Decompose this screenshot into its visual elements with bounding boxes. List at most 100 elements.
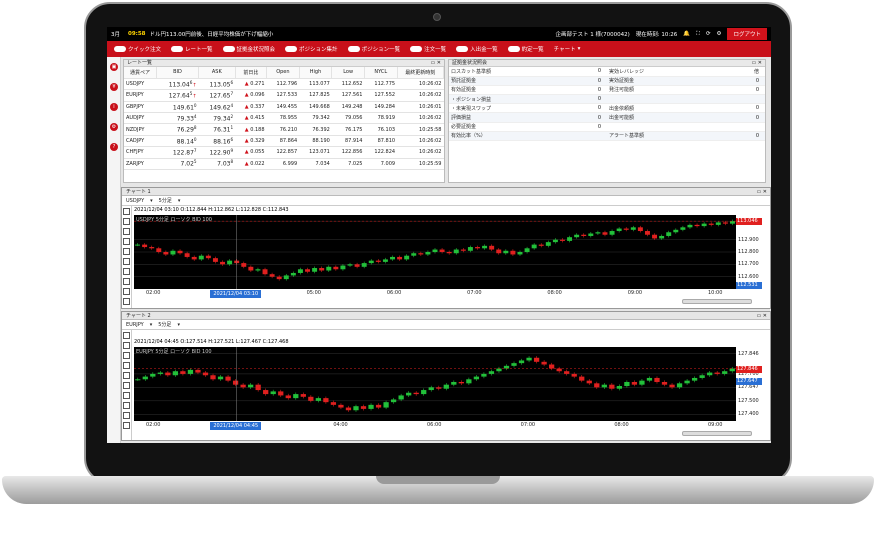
table-row[interactable]: ZARJPY 7.025 7.038 ▲ 0.022 6.999 7.034 7.025 7.… <box>124 158 444 171</box>
window-controls-icon[interactable]: ▭ ✕ <box>430 60 441 67</box>
menu-execution-list[interactable]: 約定一覧 <box>505 45 547 53</box>
trend-tool-icon[interactable] <box>123 362 130 369</box>
chevron-down-icon[interactable]: ▾ <box>177 322 180 328</box>
rate-header[interactable]: 最終更新時刻 <box>397 67 445 79</box>
bid-cell[interactable]: 76.298 <box>156 123 199 136</box>
toggle-icon[interactable] <box>114 46 126 52</box>
hline-tool-icon[interactable] <box>123 352 130 359</box>
window-controls-icon[interactable]: ▭ ✕ <box>756 312 767 320</box>
yen-icon[interactable]: ¥ <box>110 83 118 91</box>
chart-2-period-select[interactable]: 5分足 <box>158 321 171 328</box>
news-ticker[interactable]: ドル円113.00円前後、日経平均株価が下げ幅縮小 <box>150 30 274 38</box>
table-row[interactable]: USDJPY 113.046↑ 113.056 ▲ 0.271 112.796 113.0… <box>124 78 444 91</box>
info-icon[interactable]: i <box>110 103 118 111</box>
bid-cell[interactable]: 113.046↑ <box>156 78 199 91</box>
ask-cell[interactable]: 88.166 <box>198 135 236 148</box>
logout-button[interactable]: ログアウト <box>727 28 767 40</box>
save-icon[interactable]: ▣ <box>110 63 118 71</box>
rate-header[interactable]: BID <box>156 67 200 79</box>
text-tool-icon[interactable] <box>123 382 130 389</box>
erase-tool-icon[interactable] <box>123 268 130 275</box>
table-row[interactable]: EURJPY 127.645↑ 127.657 ▲ 0.096 127.533 127.8… <box>124 89 444 102</box>
toggle-icon[interactable] <box>171 46 184 52</box>
settings-tool-icon[interactable] <box>123 288 130 295</box>
hline-tool-icon[interactable] <box>123 228 130 235</box>
chevron-down-icon[interactable]: ▾ <box>178 198 181 204</box>
chevron-down-icon: ▾ <box>577 46 581 52</box>
chevron-down-icon[interactable]: ▾ <box>150 322 153 328</box>
ask-cell[interactable]: 76.311 <box>198 123 236 136</box>
save-tool-icon[interactable] <box>123 422 130 429</box>
ask-cell[interactable]: 149.624 <box>198 101 236 114</box>
indicator-tool-icon[interactable] <box>123 402 130 409</box>
bid-cell[interactable]: 79.334 <box>156 112 199 125</box>
chart-1-scrollbar[interactable] <box>682 299 752 304</box>
toggle-icon[interactable] <box>285 46 298 52</box>
bid-cell[interactable]: 7.025 <box>156 158 199 171</box>
rate-header[interactable]: Low <box>331 67 365 79</box>
menu-order-list[interactable]: 注文一覧 <box>407 45 449 53</box>
rate-header[interactable]: High <box>299 67 333 79</box>
chart-2-plot[interactable]: EURJPY 5分足 ローソク BID 100 <box>134 347 736 421</box>
line-tool-icon[interactable] <box>123 218 130 225</box>
help-icon[interactable]: ? <box>110 143 118 151</box>
ask-cell[interactable]: 113.056 <box>198 78 236 91</box>
toggle-icon[interactable] <box>507 46 520 52</box>
chart-2-pair-select[interactable]: EURJPY <box>126 322 144 328</box>
chart-1-plot[interactable]: USDJPY 5分足 ローソク BID 100 <box>134 215 736 289</box>
chart-1-period-select[interactable]: 5分足 <box>159 197 172 204</box>
window-controls-icon[interactable]: ▭ ✕ <box>756 188 767 196</box>
candle <box>549 364 555 369</box>
menu-chart[interactable]: チャート ▾ <box>551 45 584 53</box>
rate-header[interactable]: 通貨ペア <box>124 67 157 79</box>
table-row[interactable]: CHFJPY 122.877 122.909 ▲ 0.055 122.857 123.07… <box>124 146 444 159</box>
refresh-icon[interactable]: ⟳ <box>706 31 711 37</box>
rate-header[interactable]: Open <box>266 67 300 79</box>
window-controls-icon[interactable]: ▭ ✕ <box>751 60 762 67</box>
bell-icon[interactable]: 🔔 <box>683 31 690 37</box>
toggle-icon[interactable] <box>456 46 469 52</box>
toggle-icon[interactable] <box>410 46 423 52</box>
menu-quick-order[interactable]: クイック注文 <box>111 45 164 53</box>
bid-cell[interactable]: 127.645↑ <box>156 89 199 102</box>
bid-cell[interactable]: 149.610 <box>156 101 199 114</box>
chart-2-scrollbar[interactable] <box>682 431 752 436</box>
rate-header[interactable]: 前日比 <box>235 67 268 79</box>
cursor-tool-icon[interactable] <box>123 332 130 339</box>
fullscreen-icon[interactable]: ⛶ <box>696 31 700 38</box>
candle <box>458 381 464 384</box>
bid-cell[interactable]: 122.877 <box>156 146 199 159</box>
fib-tool-icon[interactable] <box>123 372 130 379</box>
cursor-tool-icon[interactable] <box>123 208 130 215</box>
ask-cell[interactable]: 79.342 <box>198 112 236 125</box>
menu-rate-list[interactable]: レート一覧 <box>168 45 216 53</box>
line-tool-icon[interactable] <box>123 342 130 349</box>
ask-cell[interactable]: 122.909 <box>198 146 236 159</box>
table-row[interactable]: NZDJPY 76.298 76.311 ▲ 0.188 76.210 76.392 76.… <box>124 123 444 136</box>
table-row[interactable]: AUDJPY 79.334 79.342 ▲ 0.415 78.955 79.342 79.… <box>124 112 444 125</box>
rate-header[interactable]: ASK <box>198 67 236 79</box>
menu-deposit-list[interactable]: 入出金一覧 <box>453 45 501 53</box>
ask-cell[interactable]: 127.657 <box>198 89 236 102</box>
chevron-down-icon[interactable]: ▾ <box>150 198 153 204</box>
bid-cell[interactable]: 88.140 <box>156 135 199 148</box>
menu-position-summary[interactable]: ポジション集計 <box>282 45 341 53</box>
chart-1-pair-select[interactable]: USDJPY <box>126 198 144 204</box>
indicator-tool-icon[interactable] <box>123 278 130 285</box>
settings-tool-icon[interactable] <box>123 412 130 419</box>
table-row[interactable]: GBPJPY 149.610 149.624 ▲ 0.337 149.455 149.66… <box>124 101 444 114</box>
gear-icon[interactable]: ⚙ <box>717 31 722 37</box>
fib-tool-icon[interactable] <box>123 248 130 255</box>
rate-header[interactable]: NYCL <box>364 67 398 79</box>
menu-margin-status[interactable]: 証拠金状況照会 <box>220 45 279 53</box>
erase-tool-icon[interactable] <box>123 392 130 399</box>
trend-tool-icon[interactable] <box>123 238 130 245</box>
toggle-icon[interactable] <box>347 46 360 52</box>
gear-icon[interactable]: ⚙ <box>110 123 118 131</box>
save-tool-icon[interactable] <box>123 298 130 305</box>
text-tool-icon[interactable] <box>123 258 130 265</box>
toggle-icon[interactable] <box>222 46 235 52</box>
table-row[interactable]: CADJPY 88.140 88.166 ▲ 0.329 87.864 88.190 87.… <box>124 135 444 148</box>
ask-cell[interactable]: 7.038 <box>198 158 236 171</box>
menu-position-list[interactable]: ポジション一覧 <box>345 45 404 53</box>
